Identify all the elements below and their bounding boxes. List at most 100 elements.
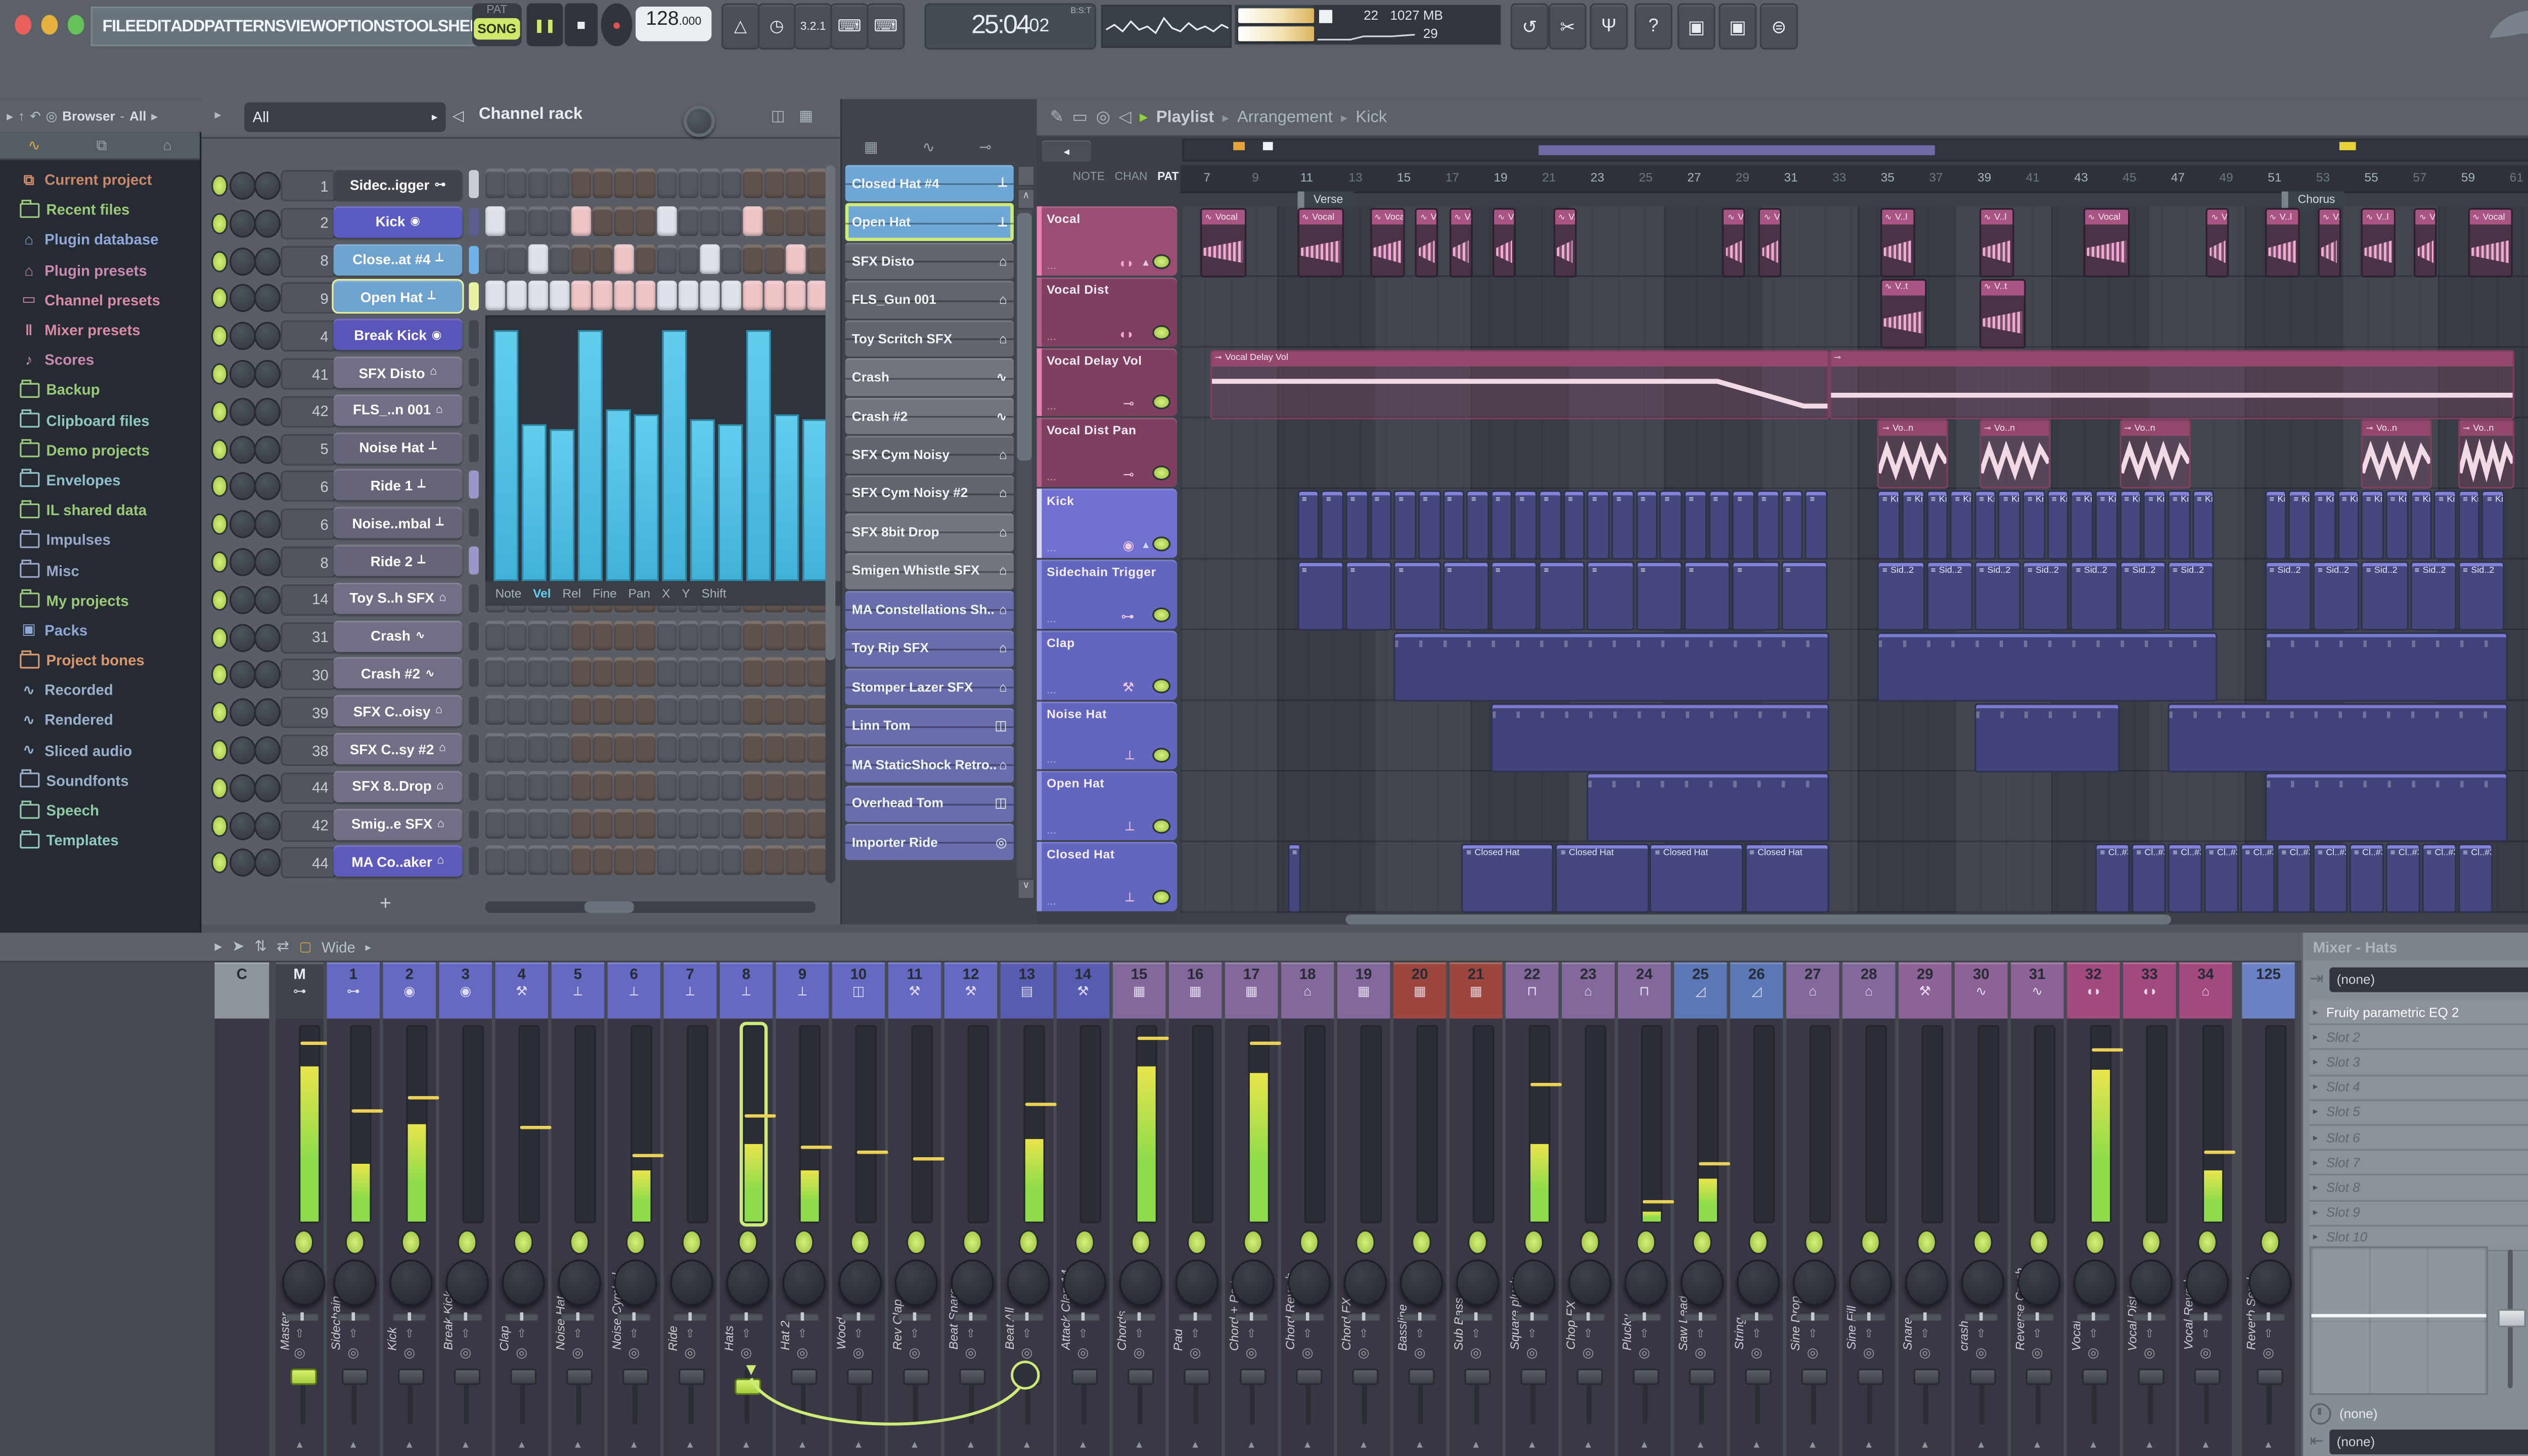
- channel-volume-knob[interactable]: [254, 623, 281, 652]
- strip-header[interactable]: 5 ⟂: [551, 962, 605, 1019]
- route-arrow-icon[interactable]: ⇧: [2123, 1327, 2176, 1341]
- mixer-strip-chord-fx[interactable]: 19 ▦ Chord FX ⇧ ◎ ▲: [1337, 962, 1390, 1456]
- step-4[interactable]: [550, 808, 570, 838]
- step-9[interactable]: [657, 695, 677, 725]
- time-display[interactable]: 25:04 02 B:S:T: [924, 3, 1097, 50]
- step-16[interactable]: [807, 733, 827, 763]
- graph-tab-rel[interactable]: Rel: [562, 586, 581, 601]
- route-arrow-icon[interactable]: ⇧: [276, 1327, 324, 1341]
- strip-pan-knob[interactable]: [726, 1259, 770, 1306]
- step-11[interactable]: [700, 243, 720, 274]
- rack-view-icon[interactable]: ◫: [771, 107, 785, 125]
- route-knob-icon[interactable]: ◎: [495, 1345, 548, 1360]
- cpu-memory-panel[interactable]: 22 1027 MB 29: [1314, 5, 1501, 45]
- menu-item-file[interactable]: FILE: [102, 17, 136, 35]
- strip-led[interactable]: [1187, 1230, 1207, 1255]
- strip-led[interactable]: [1299, 1230, 1319, 1255]
- step-7[interactable]: [614, 657, 634, 688]
- step-13[interactable]: [743, 770, 763, 801]
- fader-handle[interactable]: [2256, 1368, 2283, 1385]
- clip-kick[interactable]: ≡: [1587, 490, 1610, 560]
- rack-swing-knob[interactable]: [683, 105, 715, 138]
- fader-handle[interactable]: [2025, 1368, 2052, 1385]
- strip-pan-knob[interactable]: [1287, 1259, 1331, 1306]
- channel-select-strip[interactable]: [469, 509, 479, 537]
- strip-sep-slider[interactable]: [449, 1312, 482, 1321]
- stop-button[interactable]: ■: [564, 3, 598, 47]
- step-9[interactable]: [657, 281, 677, 311]
- zoom-tool-icon[interactable]: ◎: [1096, 108, 1111, 126]
- strip-sep-slider[interactable]: [1291, 1312, 1324, 1321]
- clip-kick[interactable]: ≡: [1297, 490, 1320, 560]
- step-8[interactable]: [636, 168, 656, 198]
- step-15[interactable]: [786, 657, 806, 688]
- strip-pan-knob[interactable]: [1961, 1259, 2005, 1306]
- channel-number[interactable]: 2: [281, 207, 337, 239]
- route-arrow-icon[interactable]: ⇧: [383, 1327, 436, 1341]
- channel-number[interactable]: 39: [281, 697, 337, 729]
- strip-sep-slider[interactable]: [898, 1312, 931, 1321]
- strip-sep-slider[interactable]: [786, 1312, 819, 1321]
- step-7[interactable]: [614, 206, 634, 236]
- step-6[interactable]: [593, 620, 613, 650]
- strip-pan-knob[interactable]: [1456, 1259, 1499, 1306]
- mixer-strip-vocal[interactable]: 32 ◖◗ Vocal ⇧ ◎ ▲: [2067, 962, 2124, 1456]
- clip-vocal[interactable]: ∿V..l: [1553, 208, 1576, 278]
- strip-pan-knob[interactable]: [2073, 1259, 2117, 1306]
- strip-pan-knob[interactable]: [2017, 1259, 2061, 1306]
- step-1[interactable]: [485, 206, 506, 236]
- step-13[interactable]: [743, 206, 763, 236]
- step-8[interactable]: [636, 695, 656, 725]
- channel-volume-knob[interactable]: [254, 322, 281, 350]
- step-2[interactable]: [507, 808, 527, 838]
- route-arrow-icon[interactable]: ⇧: [1169, 1327, 1222, 1341]
- step-13[interactable]: [743, 695, 763, 725]
- clip-kick[interactable]: ≡: [1369, 490, 1392, 560]
- channel-select-strip[interactable]: [469, 433, 479, 462]
- strip-pan-knob[interactable]: [1905, 1259, 1949, 1306]
- menu-item-options[interactable]: OPTIONS: [325, 17, 395, 35]
- step-13[interactable]: [743, 620, 763, 650]
- step-12[interactable]: [721, 620, 742, 650]
- channel-volume-knob[interactable]: [254, 473, 281, 501]
- strip-sep-slider[interactable]: [1796, 1312, 1829, 1321]
- clip-closed-hat[interactable]: ≡ Closed Hat: [1650, 844, 1743, 914]
- picker-item-sfx-cym-noisy[interactable]: SFX Cym Noisy ⌂: [845, 436, 1014, 473]
- strip-led[interactable]: [906, 1230, 926, 1255]
- playlist-back-button[interactable]: ◂: [1040, 139, 1093, 164]
- channel-pan-knob[interactable]: [229, 736, 256, 764]
- clip-clap[interactable]: [1877, 631, 2217, 702]
- strip-bottom-arrow[interactable]: ▲: [2179, 1441, 2232, 1451]
- channel-pan-knob[interactable]: [229, 322, 256, 350]
- strip-led[interactable]: [2141, 1230, 2161, 1255]
- clip-closed-hat[interactable]: ≡ Cl..#3: [2421, 844, 2457, 914]
- picker-item-toy-rip-sfx[interactable]: Toy Rip SFX ⌂: [845, 630, 1014, 667]
- strip-led[interactable]: [850, 1230, 870, 1255]
- step-10[interactable]: [679, 168, 699, 198]
- mixer-strip-plucky[interactable]: 24 ⊓ Plucky ⇧ ◎ ▲: [1618, 962, 1675, 1456]
- step-15[interactable]: [786, 846, 806, 876]
- channel-select-strip[interactable]: [469, 170, 479, 198]
- playlist-tab-note[interactable]: NOTE: [1073, 171, 1105, 183]
- eq-low-fader[interactable]: [2498, 1249, 2526, 1389]
- route-knob-icon[interactable]: ◎: [327, 1345, 380, 1360]
- fader-handle[interactable]: [1015, 1368, 1042, 1385]
- channel-pan-knob[interactable]: [229, 359, 256, 388]
- strip-bottom-arrow[interactable]: ▲: [1786, 1441, 1839, 1451]
- strip-pan-knob[interactable]: [838, 1259, 882, 1306]
- browser-item-il-shared-data[interactable]: IL shared data: [0, 495, 200, 525]
- strip-bottom-arrow[interactable]: ▲: [720, 1441, 773, 1451]
- fader-handle[interactable]: [1127, 1368, 1154, 1385]
- strip-led[interactable]: [513, 1230, 533, 1255]
- recording-panel-button[interactable]: Ψ: [1590, 3, 1628, 50]
- step-15[interactable]: [786, 168, 806, 198]
- step-8[interactable]: [636, 206, 656, 236]
- channel-led[interactable]: [211, 438, 228, 460]
- route-arrow-icon[interactable]: ⇧: [2179, 1327, 2232, 1341]
- route-knob-icon[interactable]: ◎: [1955, 1345, 2007, 1360]
- clip-closed-hat[interactable]: ≡: [1287, 844, 1300, 914]
- graph-tab-x[interactable]: X: [662, 586, 670, 601]
- clip-vocal[interactable]: ∿V..l: [2361, 208, 2396, 278]
- step-13[interactable]: [743, 733, 763, 763]
- channel-pan-knob[interactable]: [229, 811, 256, 840]
